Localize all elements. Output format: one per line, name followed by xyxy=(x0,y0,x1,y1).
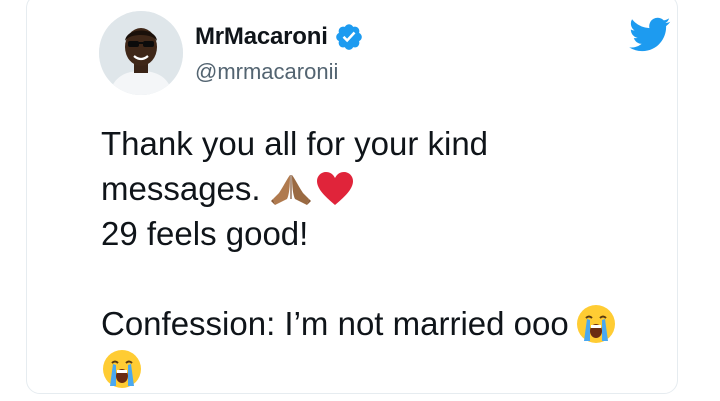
twitter-bird-icon[interactable] xyxy=(629,17,671,53)
tweet-line: Thank you all for your kind xyxy=(101,121,691,166)
tweet-line: Confession: I’m not married ooo xyxy=(101,301,691,346)
tweet-card[interactable]: MrMacaroni @mrmacaronii Thank you all fo… xyxy=(26,0,678,394)
tweet-line-text: 29 feels good! xyxy=(101,215,309,252)
author-handle[interactable]: @mrmacaronii xyxy=(195,59,338,85)
loudly-crying-face-icon xyxy=(101,348,143,390)
folded-hands-icon xyxy=(269,169,313,209)
tweet-line: messages. xyxy=(101,166,691,211)
tweet-line-text: Confession: I’m not married ooo xyxy=(101,305,569,342)
loudly-crying-face-icon xyxy=(575,303,617,345)
tweet-line-text: Thank you all for your kind xyxy=(101,125,489,162)
tweet-line: 29 feels good! xyxy=(101,211,691,256)
author-name-row: MrMacaroni xyxy=(195,21,364,53)
tweet-line xyxy=(101,346,691,391)
red-heart-icon xyxy=(315,171,355,207)
verified-badge-icon xyxy=(334,22,364,52)
tweet-text: Thank you all for your kind messages. 29… xyxy=(101,121,691,391)
avatar[interactable] xyxy=(99,11,183,95)
author-display-name[interactable]: MrMacaroni xyxy=(195,23,328,51)
tweet-line-text: messages. xyxy=(101,170,261,207)
